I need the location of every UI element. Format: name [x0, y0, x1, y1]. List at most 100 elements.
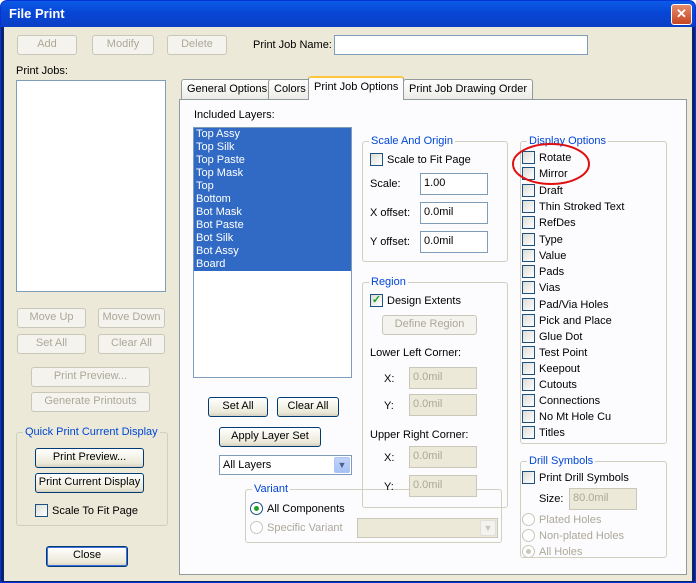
checkbox-box[interactable] — [522, 362, 535, 375]
chevron-down-icon[interactable]: ▼ — [334, 457, 350, 473]
delete-button[interactable]: Delete — [167, 35, 227, 55]
clear-all-jobs-button[interactable]: Clear All — [98, 334, 165, 354]
tab-print-job-options[interactable]: Print Job Options — [308, 76, 405, 100]
specific-variant-radio[interactable]: Specific Variant — [250, 521, 343, 534]
drill-size-input[interactable]: 80.0mil — [569, 488, 637, 510]
checkbox-box[interactable] — [35, 504, 48, 517]
layer-item[interactable]: Top Mask — [194, 167, 351, 180]
tab-print-job-drawing-order[interactable]: Print Job Drawing Order — [403, 79, 533, 99]
checkbox-box[interactable] — [522, 265, 535, 278]
checkbox-box[interactable] — [522, 410, 535, 423]
value-checkbox[interactable]: Value — [522, 249, 566, 262]
close-button[interactable]: Close — [46, 546, 128, 567]
pad-via-holes-checkbox[interactable]: Pad/Via Holes — [522, 298, 609, 311]
radio-dot[interactable] — [522, 529, 535, 542]
define-region-button[interactable]: Define Region — [382, 315, 477, 335]
tab-general-options[interactable]: General Options — [181, 79, 274, 99]
scale-input[interactable]: 1.00 — [420, 173, 488, 195]
layer-item[interactable]: Bottom — [194, 193, 351, 206]
chevron-down-icon[interactable]: ▼ — [480, 520, 496, 536]
cutouts-checkbox[interactable]: Cutouts — [522, 378, 577, 391]
variant-dropdown[interactable]: ▼ — [357, 518, 498, 538]
checkbox-box[interactable] — [522, 249, 535, 262]
all-holes-radio[interactable]: All Holes — [522, 545, 582, 558]
checkbox-box[interactable] — [522, 378, 535, 391]
checkbox-box[interactable] — [522, 233, 535, 246]
pick-and-place-checkbox[interactable]: Pick and Place — [522, 314, 612, 327]
layer-item[interactable]: Bot Silk — [194, 232, 351, 245]
scale-to-fit-page-checkbox[interactable]: Scale To Fit Page — [35, 504, 138, 517]
non-plated-holes-radio[interactable]: Non-plated Holes — [522, 529, 624, 542]
title-bar[interactable]: File Print ✕ — [1, 1, 695, 27]
generate-printouts-button[interactable]: Generate Printouts — [31, 392, 150, 412]
glue-dot-checkbox[interactable]: Glue Dot — [522, 330, 582, 343]
print-job-name-input[interactable] — [334, 35, 588, 55]
add-button[interactable]: Add — [17, 35, 77, 55]
print-drill-symbols-label: Print Drill Symbols — [539, 471, 629, 484]
all-components-radio[interactable]: All Components — [250, 502, 345, 515]
layer-item[interactable]: Bot Mask — [194, 206, 351, 219]
checkbox-box[interactable] — [522, 200, 535, 213]
x-offset-input[interactable]: 0.0mil — [420, 202, 488, 224]
connections-checkbox[interactable]: Connections — [522, 394, 600, 407]
checkbox-box[interactable] — [522, 426, 535, 439]
lower-left-y-input[interactable]: 0.0mil — [409, 394, 477, 416]
radio-dot[interactable] — [522, 545, 535, 558]
lower-left-x-input[interactable]: 0.0mil — [409, 367, 477, 389]
checkbox-box[interactable] — [522, 216, 535, 229]
type-checkbox[interactable]: Type — [522, 233, 563, 246]
included-layers-list[interactable]: Top Assy Top Silk Top Paste Top Mask Top… — [193, 127, 352, 378]
layers-clear-all-button[interactable]: Clear All — [277, 397, 339, 417]
design-extents-checkbox[interactable]: ✓ Design Extents — [370, 294, 461, 307]
checkbox-box[interactable] — [522, 314, 535, 327]
print-jobs-list[interactable] — [16, 80, 166, 292]
thin-stroked-text-checkbox[interactable]: Thin Stroked Text — [522, 200, 624, 213]
apply-layer-set-button[interactable]: Apply Layer Set — [219, 427, 321, 447]
titles-checkbox[interactable]: Titles — [522, 426, 565, 439]
layer-item[interactable]: Top Assy — [194, 128, 351, 141]
checkbox-box[interactable]: ✓ — [370, 294, 383, 307]
layer-item[interactable]: Top Paste — [194, 154, 351, 167]
y-offset-input[interactable]: 0.0mil — [420, 231, 488, 253]
layer-item[interactable]: Top — [194, 180, 351, 193]
move-up-button[interactable]: Move Up — [17, 308, 86, 328]
layers-set-all-button[interactable]: Set All — [208, 397, 268, 417]
scale-to-fit-checkbox[interactable]: Scale to Fit Page — [370, 153, 471, 166]
layer-item[interactable]: Bot Paste — [194, 219, 351, 232]
print-preview-button[interactable]: Print Preview... — [31, 367, 150, 387]
layer-set-dropdown[interactable]: All Layers ▼ — [219, 455, 352, 475]
checkbox-box[interactable] — [522, 330, 535, 343]
checkbox-box[interactable] — [370, 153, 383, 166]
upper-right-y-input[interactable]: 0.0mil — [409, 475, 477, 497]
modify-button[interactable]: Modify — [92, 35, 154, 55]
layer-item[interactable]: Bot Assy — [194, 245, 351, 258]
print-current-display-button[interactable]: Print Current Display — [35, 473, 144, 493]
set-all-jobs-button[interactable]: Set All — [17, 334, 86, 354]
pads-checkbox[interactable]: Pads — [522, 265, 564, 278]
tab-colors[interactable]: Colors — [268, 79, 312, 99]
print-drill-symbols-checkbox[interactable]: Print Drill Symbols — [522, 471, 629, 484]
y-offset-label: Y offset: — [370, 236, 410, 248]
checkbox-box[interactable] — [522, 394, 535, 407]
checkbox-box[interactable] — [522, 281, 535, 294]
upper-right-x-input[interactable]: 0.0mil — [409, 446, 477, 468]
move-down-button[interactable]: Move Down — [98, 308, 165, 328]
no-mt-hole-cu-checkbox[interactable]: No Mt Hole Cu — [522, 410, 611, 423]
plated-holes-radio[interactable]: Plated Holes — [522, 513, 601, 526]
keepout-checkbox[interactable]: Keepout — [522, 362, 580, 375]
radio-dot[interactable] — [250, 502, 263, 515]
radio-dot[interactable] — [522, 513, 535, 526]
checkbox-box[interactable] — [522, 298, 535, 311]
titles-label: Titles — [539, 426, 565, 439]
vias-checkbox[interactable]: Vias — [522, 281, 560, 294]
quick-print-preview-button[interactable]: Print Preview... — [35, 448, 144, 468]
upper-right-corner-label: Upper Right Corner: — [370, 429, 469, 441]
checkbox-box[interactable] — [522, 471, 535, 484]
close-icon[interactable]: ✕ — [671, 4, 692, 25]
refdes-checkbox[interactable]: RefDes — [522, 216, 576, 229]
checkbox-box[interactable] — [522, 346, 535, 359]
layer-item[interactable]: Board — [194, 258, 351, 271]
test-point-checkbox[interactable]: Test Point — [522, 346, 587, 359]
radio-dot[interactable] — [250, 521, 263, 534]
layer-item[interactable]: Top Silk — [194, 141, 351, 154]
